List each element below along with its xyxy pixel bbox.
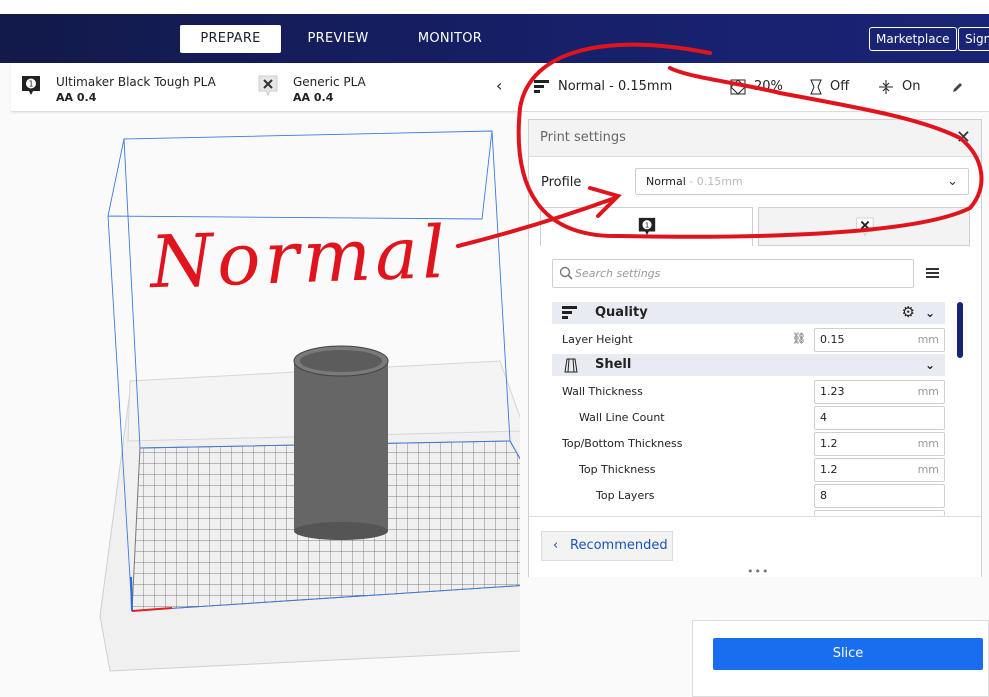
setting-label-wall-line-count: Wall Line Count [579,411,665,424]
setting-label-wall-thickness: Wall Thickness [562,385,643,398]
category-shell-label: Shell [595,357,632,372]
chevron-down-icon: ⌄ [924,306,935,320]
wall-line-count-field[interactable]: 4 [814,406,945,430]
top-layers-field[interactable]: 8 [814,484,945,508]
category-quality-label: Quality [595,305,648,320]
extruder-2-disabled-icon [258,75,278,97]
annotation-circle [456,42,984,248]
setting-label-layer-height: Layer Height [562,333,633,346]
extruder-1-info: Ultimaker Black Tough PLA AA 0.4 [56,75,216,105]
layer-height-unit: mm [917,333,939,346]
chevron-left-icon: ‹ [553,538,559,553]
recommended-label: Recommended [570,538,668,553]
wall-line-count-value: 4 [820,411,827,424]
wall-thickness-field[interactable]: 1.23 mm [814,380,945,404]
layer-height-field[interactable]: 0.15 mm [814,328,945,352]
gear-icon[interactable]: ⚙ [902,301,915,323]
extruder-2-material: Generic PLA [293,75,366,89]
resize-handle[interactable]: ••• [747,565,769,578]
category-quality[interactable]: Quality ⚙ ⌄ [552,302,945,324]
extruder-1-material: Ultimaker Black Tough PLA [56,75,216,89]
extruder-1-nozzle: AA 0.4 [56,91,97,104]
top-thickness-value: 1.2 [820,463,838,476]
chevron-down-icon: ⌄ [924,358,935,372]
tab-preview[interactable]: PREVIEW [295,25,381,53]
link-icon[interactable]: ⛓ [792,332,806,345]
search-input[interactable]: Search settings [552,259,914,288]
layer-height-value: 0.15 [820,333,845,346]
model-cylinder [294,361,388,531]
wall-thickness-value: 1.23 [820,385,845,398]
annotation-text: Normal [148,209,451,305]
setting-label-top-bottom-thickness: Top/Bottom Thickness [562,437,683,450]
wall-thickness-unit: mm [917,385,939,398]
panel-footer: ‹ Recommended ••• [529,516,981,578]
search-icon [559,266,573,280]
top-bottom-thickness-value: 1.2 [820,437,838,450]
extruder-1-icon: 1 [22,76,40,95]
setting-label-top-thickness: Top Thickness [579,463,656,476]
extruder-1-index: 1 [28,80,33,89]
shell-icon [564,358,578,373]
top-thickness-field[interactable]: 1.2 mm [814,458,945,482]
setting-label-top-layers: Top Layers [596,489,655,502]
top-bottom-thickness-field[interactable]: 1.2 mm [814,432,945,456]
slice-card: Slice [692,620,989,697]
settings-scrollbar[interactable] [957,302,963,358]
top-layers-value: 8 [820,489,827,502]
extruder-2-info: Generic PLA AA 0.4 [293,75,366,105]
tab-prepare[interactable]: PREPARE [180,25,281,53]
settings-menu-icon[interactable] [926,267,939,279]
recommended-button[interactable]: ‹ Recommended [541,531,673,561]
category-shell[interactable]: Shell ⌄ [552,354,945,376]
top-bottom-thickness-unit: mm [917,437,939,450]
window-strip [0,0,989,14]
slice-button[interactable]: Slice [713,638,983,670]
quality-category-icon [562,306,577,319]
extruder-2-nozzle: AA 0.4 [293,91,334,104]
top-thickness-unit: mm [917,463,939,476]
